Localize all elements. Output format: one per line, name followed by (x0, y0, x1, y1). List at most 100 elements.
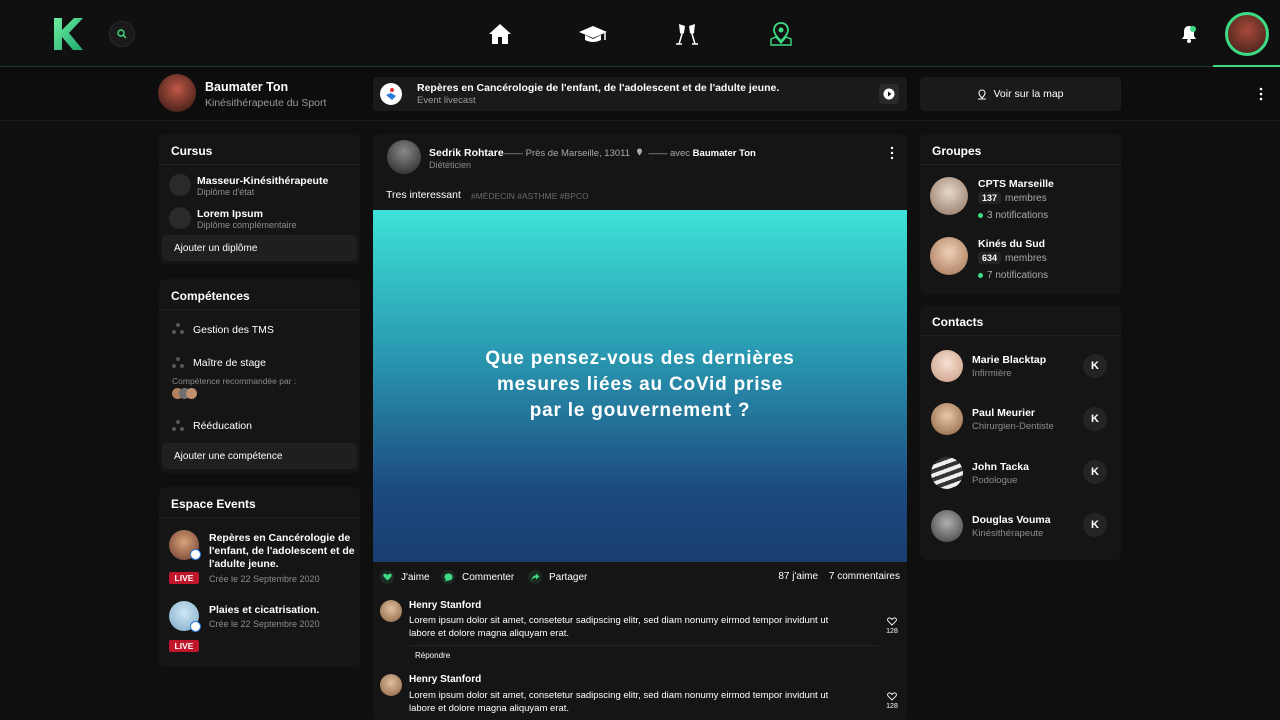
post-options-icon[interactable] (889, 146, 895, 160)
nav-home[interactable] (485, 20, 515, 48)
contact-avatar[interactable] (931, 510, 963, 542)
contact-avatar[interactable] (931, 457, 963, 489)
contact-role: Kinésithérapeute (972, 528, 1044, 539)
divider (920, 164, 1121, 165)
likes-count[interactable]: 87 j'aime (778, 571, 818, 582)
logo-k-icon[interactable] (52, 16, 84, 52)
view-on-map-label: Voir sur la map (993, 88, 1064, 100)
nav-formation[interactable] (578, 20, 608, 48)
cheers-icon (676, 24, 698, 45)
post-stats: 87 j'aime 7 commentaires (770, 571, 900, 582)
comment-button[interactable]: Commenter (441, 570, 514, 584)
post-media[interactable]: Que pensez-vous des dernières mesures li… (373, 210, 907, 562)
comment-text: Lorem ipsum dolor sit amet, consetetur s… (409, 689, 879, 715)
event-item-title[interactable]: l'adulte jeune. (209, 558, 279, 571)
contact-role: Infirmière (972, 368, 1012, 379)
post-author[interactable]: Sedrik Rohtare (429, 147, 504, 159)
contact-name[interactable]: Paul Meurier (972, 407, 1035, 419)
like-button[interactable]: J'aime (380, 570, 430, 584)
divider (159, 309, 360, 310)
skill-icon (172, 420, 184, 431)
event-title: Repères en Cancérologie de l'enfant, de … (417, 82, 780, 94)
more-options-icon[interactable] (1256, 86, 1266, 102)
share-label: Partager (549, 571, 588, 583)
live-badge: LIVE (169, 640, 199, 652)
add-skill-button[interactable]: Ajouter une compétence (162, 443, 357, 469)
group-notifications[interactable]: 7 notifications (978, 270, 1048, 281)
post-author-avatar[interactable] (387, 140, 421, 174)
profile-avatar[interactable] (158, 74, 196, 112)
cursus-item-sub: Diplôme complémentaire (197, 220, 297, 230)
event-item-title[interactable]: Plaies et cicatrisation. (209, 604, 319, 617)
notification-dot (1190, 26, 1196, 32)
event-item-title[interactable]: l'enfant, de l'adolescent et de (209, 545, 355, 558)
contacts-card: Contacts Marie Blacktap Infirmière K Pau… (920, 305, 1121, 560)
comment-text-line: labore et dolore magna aliquyam erat. (409, 628, 570, 639)
verified-icon (190, 549, 201, 560)
group-avatar[interactable] (930, 237, 968, 275)
contact-message-button[interactable]: K (1083, 407, 1107, 431)
location-pin-icon (978, 88, 987, 99)
post-question: Que pensez-vous des dernières mesures li… (433, 346, 847, 424)
members-count: 634 (978, 252, 1002, 264)
contact-avatar[interactable] (931, 403, 963, 435)
members-label: membres (1005, 253, 1047, 264)
contact-role: Podologue (972, 475, 1018, 486)
comment-like[interactable]: 128 (885, 692, 899, 710)
event-item-title[interactable]: Repères en Cancérologie de (209, 532, 350, 545)
play-button[interactable] (879, 84, 899, 104)
add-diploma-button[interactable]: Ajouter un diplôme (162, 235, 357, 261)
group-members: 634 membres (978, 252, 1047, 264)
nav-events[interactable] (672, 20, 702, 48)
contacts-title: Contacts (932, 315, 984, 329)
user-avatar[interactable] (1225, 12, 1269, 56)
comment-like[interactable]: 128 (885, 617, 899, 635)
heart-outline-icon (887, 692, 897, 701)
event-livecast-banner[interactable]: Repères en Cancérologie de l'enfant, de … (373, 77, 907, 111)
group-members: 137 membres (978, 192, 1047, 204)
event-date: Crée le 22 Septembre 2020 (209, 619, 320, 629)
skill-label: Maître de stage (193, 357, 266, 369)
search-button[interactable] (109, 21, 135, 47)
post-with-name[interactable]: Baumater Ton (693, 148, 756, 159)
comment-author[interactable]: Henry Stanford (409, 674, 481, 685)
contact-name[interactable]: Marie Blacktap (972, 354, 1046, 366)
skill-icon (172, 323, 184, 334)
comment-avatar[interactable] (380, 600, 402, 622)
comment-label: Commenter (462, 571, 515, 583)
divider (920, 335, 1121, 336)
post-meta: —— Près de Marseille, 13011 —— avec Baum… (504, 148, 756, 159)
comments-count[interactable]: 7 commentaires (829, 571, 900, 582)
skill-label: Gestion des TMS (193, 324, 274, 336)
contact-role: Chirurgien-Dentiste (972, 421, 1054, 432)
comment-author[interactable]: Henry Stanford (409, 600, 481, 611)
post-tags[interactable]: #MÉDECIN #ASTHME #BPCO (471, 191, 589, 201)
post-question-line: Que pensez-vous des dernières (485, 348, 795, 369)
contact-name[interactable]: Douglas Vouma (972, 514, 1051, 526)
graduation-cap-icon (579, 26, 607, 42)
group-name[interactable]: Kinés du Sud (978, 238, 1045, 250)
nav-map[interactable] (766, 20, 796, 48)
group-name[interactable]: CPTS Marseille (978, 178, 1054, 190)
event-logo-icon (380, 83, 402, 105)
view-on-map-button[interactable]: Voir sur la map (920, 77, 1121, 111)
group-notifications[interactable]: 3 notifications (978, 210, 1048, 221)
contact-message-button[interactable]: K (1083, 513, 1107, 537)
diploma-icon (169, 174, 191, 196)
divider (409, 645, 879, 646)
heart-icon (380, 570, 394, 584)
contact-message-button[interactable]: K (1083, 354, 1107, 378)
post-with-prefix: —— avec (648, 148, 691, 159)
recommenders-avatars[interactable] (172, 388, 202, 399)
group-avatar[interactable] (930, 177, 968, 215)
comment-avatar[interactable] (380, 674, 402, 696)
contact-message-button[interactable]: K (1083, 460, 1107, 484)
reply-button[interactable]: Répondre (415, 651, 450, 660)
verified-icon (190, 621, 201, 632)
contact-name[interactable]: John Tacka (972, 461, 1029, 473)
comment-text-line: labore et dolore magna aliquyam erat. (409, 703, 570, 714)
play-icon (883, 88, 895, 100)
competences-card: Compétences Gestion des TMS Maître de st… (159, 279, 360, 473)
contact-avatar[interactable] (931, 350, 963, 382)
share-button[interactable]: Partager (528, 570, 587, 584)
